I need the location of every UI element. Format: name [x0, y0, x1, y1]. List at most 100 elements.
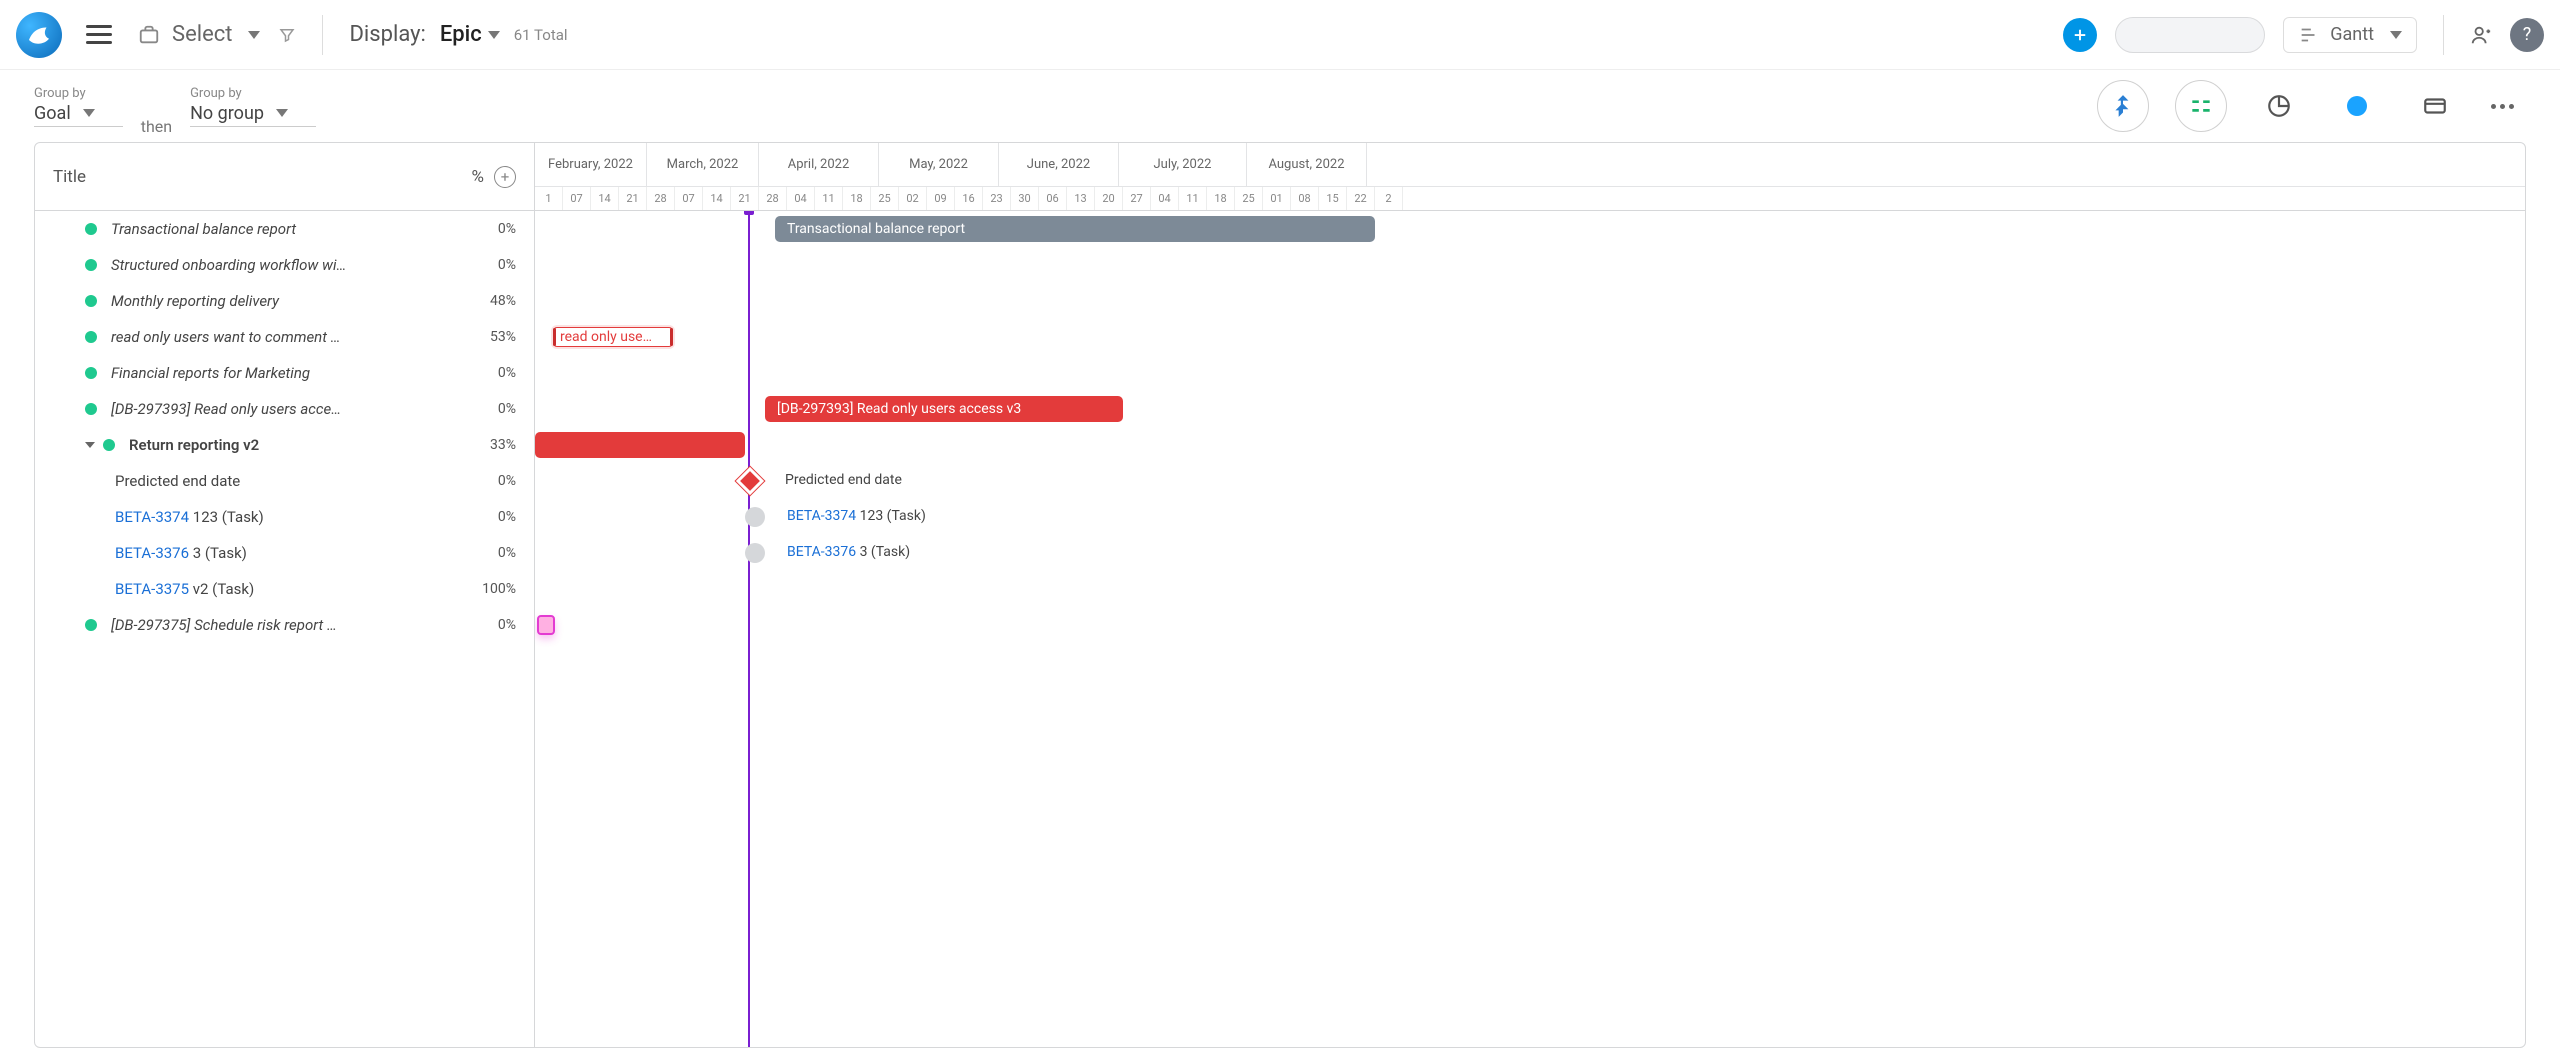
status-dot-icon: [85, 259, 97, 271]
gantt-bar[interactable]: [535, 432, 745, 458]
more-menu[interactable]: [2479, 104, 2526, 109]
task-row[interactable]: [DB-297393] Read only users acce…0%: [35, 391, 534, 427]
task-row[interactable]: Monthly reporting delivery48%: [35, 283, 534, 319]
gantt-bar[interactable]: Transactional balance report: [775, 216, 1375, 242]
task-percent: 33%: [464, 437, 534, 453]
month-cell: May, 2022: [879, 143, 999, 186]
add-column-button[interactable]: +: [494, 166, 516, 188]
app-logo[interactable]: [16, 12, 62, 58]
day-cell: 22: [1347, 187, 1375, 210]
group-by-2-value: No group: [190, 103, 264, 124]
gantt-bar[interactable]: [537, 615, 555, 635]
task-row[interactable]: BETA-3374 123 (Task)0%: [35, 499, 534, 535]
task-dot[interactable]: [745, 507, 765, 527]
milestone-diamond[interactable]: [736, 467, 764, 495]
invite-user-icon[interactable]: [2470, 24, 2492, 46]
task-row[interactable]: Transactional balance report0%: [35, 211, 534, 247]
timeline-row: [535, 427, 2525, 463]
issue-key-link[interactable]: BETA-3376: [787, 544, 856, 560]
project-select-label: Select: [172, 22, 232, 47]
task-row[interactable]: BETA-3376 3 (Task)0%: [35, 535, 534, 571]
day-cell: 11: [815, 187, 843, 210]
task-row[interactable]: read only users want to comment …53%: [35, 319, 534, 355]
month-cell: August, 2022: [1247, 143, 1367, 186]
divider: [2443, 15, 2444, 55]
gantt-icon: [2298, 24, 2320, 46]
tool-card[interactable]: [2409, 80, 2461, 132]
task-label: Transactional balance report: [111, 220, 464, 238]
day-cell: 14: [703, 187, 731, 210]
day-cell: 21: [731, 187, 759, 210]
day-cell: 06: [1039, 187, 1067, 210]
task-percent: 0%: [464, 257, 534, 273]
issue-key-link[interactable]: BETA-3375: [115, 580, 189, 598]
task-label: Return reporting v2: [129, 436, 464, 454]
chevron-down-icon: [248, 31, 260, 39]
project-select[interactable]: Select: [136, 22, 260, 47]
day-cell: 09: [927, 187, 955, 210]
group-by-2[interactable]: Group by No group: [190, 86, 316, 127]
task-label: [DB-297375] Schedule risk report …: [111, 616, 464, 634]
gantt-header: Title % + February, 2022March, 2022April…: [35, 143, 2525, 211]
legend-icon: [2188, 93, 2214, 119]
timeline-row: BETA-3376 3 (Task): [535, 535, 2525, 571]
col-percent: %: [424, 167, 484, 187]
card-icon: [2422, 93, 2448, 119]
resize-handle-right[interactable]: [670, 328, 673, 346]
status-dot-icon: [85, 403, 97, 415]
left-header: Title % +: [35, 143, 535, 210]
status-dot-icon: [85, 619, 97, 631]
gantt-bar[interactable]: [DB-297393] Read only users access v3: [765, 396, 1123, 422]
gantt-bar[interactable]: read only use…: [553, 327, 673, 347]
task-label: BETA-3376 3 (Task): [115, 544, 464, 562]
timeline-body[interactable]: Transactional balance report read only us…: [535, 211, 2525, 1047]
group-by-1[interactable]: Group by Goal: [34, 86, 123, 127]
task-percent: 0%: [464, 401, 534, 417]
total-count: 61 Total: [514, 26, 568, 44]
task-label: read only users want to comment …: [111, 328, 464, 346]
task-dot[interactable]: [745, 543, 765, 563]
task-row[interactable]: BETA-3375 v2 (Task)100%: [35, 571, 534, 607]
help-button[interactable]: ?: [2510, 18, 2544, 52]
display-value: Epic: [440, 22, 482, 47]
task-row[interactable]: Predicted end date0%: [35, 463, 534, 499]
issue-key-link[interactable]: BETA-3374: [115, 508, 189, 526]
tool-legend[interactable]: [2175, 80, 2227, 132]
month-cell: July, 2022: [1119, 143, 1247, 186]
tool-pie[interactable]: [2253, 80, 2305, 132]
view-select-value: Gantt: [2330, 24, 2374, 45]
task-row[interactable]: Financial reports for Marketing0%: [35, 355, 534, 391]
display-select[interactable]: Display: Epic 61 Total: [349, 22, 567, 47]
day-cell: 2: [1375, 187, 1403, 210]
day-cell: 1: [535, 187, 563, 210]
task-row[interactable]: Return reporting v233%: [35, 427, 534, 463]
task-percent: 0%: [464, 509, 534, 525]
tool-status[interactable]: [2331, 80, 2383, 132]
day-cell: 07: [563, 187, 591, 210]
menu-button[interactable]: [80, 19, 118, 50]
issue-key-link[interactable]: BETA-3376: [115, 544, 189, 562]
day-cell: 28: [647, 187, 675, 210]
day-cell: 30: [1011, 187, 1039, 210]
day-cell: 04: [787, 187, 815, 210]
filter-icon[interactable]: [278, 26, 296, 44]
task-list: Transactional balance report0%Structured…: [35, 211, 535, 1047]
task-row[interactable]: Structured onboarding workflow wi…0%: [35, 247, 534, 283]
month-cell: February, 2022: [535, 143, 647, 186]
chevron-down-icon[interactable]: [85, 442, 95, 448]
timeline-label: BETA-3376 3 (Task): [787, 544, 910, 560]
add-button[interactable]: [2063, 18, 2097, 52]
day-cell: 14: [591, 187, 619, 210]
view-select[interactable]: Gantt: [2283, 17, 2417, 53]
task-label: Monthly reporting delivery: [111, 292, 464, 310]
day-cell: 15: [1319, 187, 1347, 210]
task-percent: 0%: [464, 221, 534, 237]
tool-jira[interactable]: [2097, 80, 2149, 132]
resize-handle-left[interactable]: [553, 328, 556, 346]
task-row[interactable]: [DB-297375] Schedule risk report …0%: [35, 607, 534, 643]
day-cell: 20: [1095, 187, 1123, 210]
group-by-label: Group by: [190, 86, 316, 101]
status-dot-icon: [85, 367, 97, 379]
issue-key-link[interactable]: BETA-3374: [787, 508, 856, 524]
search-box[interactable]: [2115, 17, 2265, 53]
